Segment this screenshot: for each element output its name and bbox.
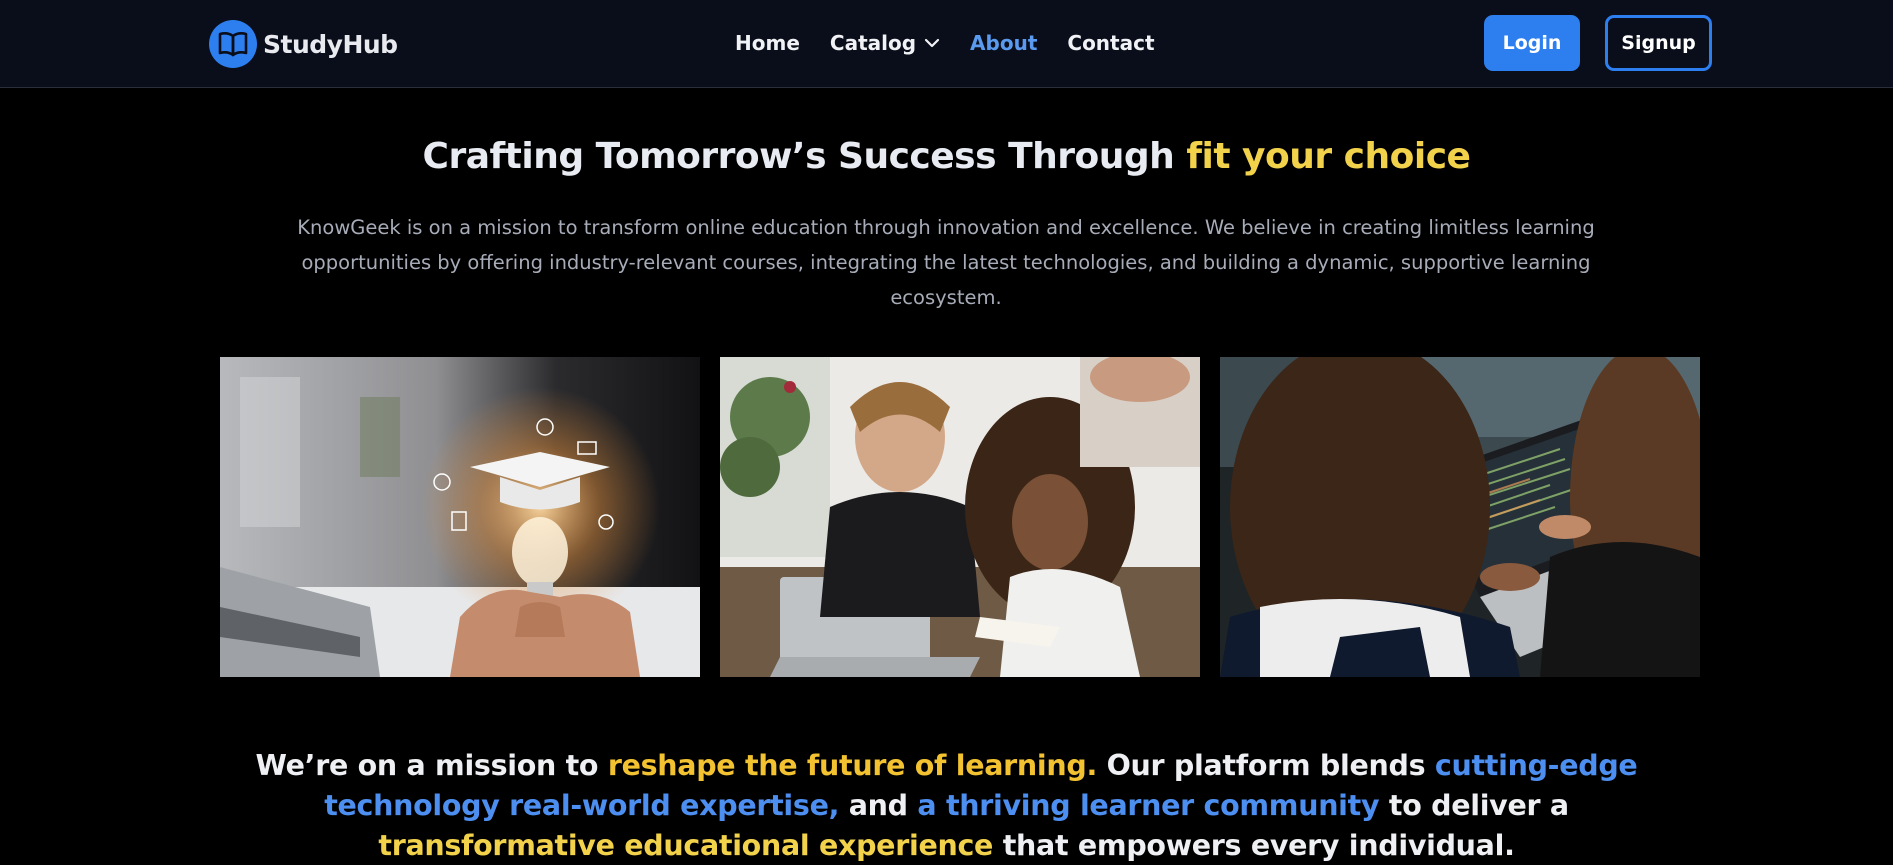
mission-statement: We’re on a mission to reshape the future… <box>230 746 1663 865</box>
nav-link-home[interactable]: Home <box>735 31 800 55</box>
women-coding-image <box>1220 357 1700 677</box>
mission-text-3: and <box>839 789 918 822</box>
nav-link-catalog-label: Catalog <box>829 31 917 55</box>
page-title: Crafting Tomorrow’s Success Through fit … <box>0 136 1893 177</box>
top-navbar: StudyHub Home Catalog About Contact Logi… <box>0 0 1893 88</box>
mission-text-1: We’re on a mission to <box>255 749 608 782</box>
mission-highlight-1: reshape the future of learning. <box>607 749 1097 782</box>
mission-highlight-4: transformative educational experience <box>378 829 994 862</box>
chevron-down-icon <box>924 38 940 48</box>
main-nav: Home Catalog About Contact <box>735 28 1155 58</box>
page-title-highlight: fit your choice <box>1186 136 1471 177</box>
brand-name: StudyHub <box>263 29 398 59</box>
lightbulb-graduation-image <box>220 357 700 677</box>
brand-logo[interactable]: StudyHub <box>209 19 398 69</box>
page-title-main: Crafting Tomorrow’s Success Through <box>422 136 1187 177</box>
hero-description: KnowGeek is on a mission to transform on… <box>297 216 1595 309</box>
login-button[interactable]: Login <box>1484 15 1580 71</box>
signup-button[interactable]: Signup <box>1605 15 1712 71</box>
nav-link-catalog[interactable]: Catalog <box>830 31 940 55</box>
nav-link-about[interactable]: About <box>970 31 1037 55</box>
book-open-icon <box>209 20 257 68</box>
students-laptop-image <box>720 357 1200 677</box>
nav-link-contact[interactable]: Contact <box>1067 31 1154 55</box>
mission-text-2: Our platform blends <box>1097 749 1435 782</box>
mission-text-4: to deliver a <box>1379 789 1569 822</box>
mission-highlight-3: a thriving learner community <box>917 789 1380 822</box>
mission-text-5: that empowers every individual. <box>993 829 1515 862</box>
